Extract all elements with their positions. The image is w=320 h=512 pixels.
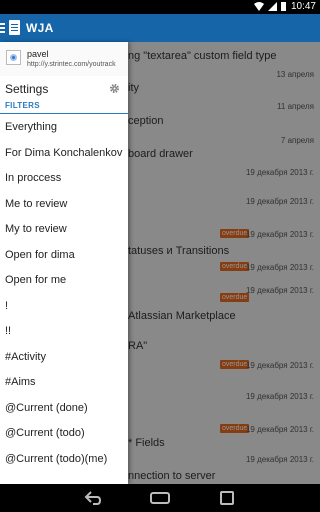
system-nav-bar xyxy=(0,484,320,512)
status-bar: 10:47 xyxy=(0,0,320,14)
settings-item[interactable]: Settings xyxy=(0,76,128,102)
filter-label: My to review xyxy=(5,223,67,235)
filter-item-current-todo-me[interactable]: @Current (todo)(me) xyxy=(0,447,128,473)
filter-label: @Current (todo)(me) xyxy=(5,452,108,465)
recents-icon[interactable] xyxy=(220,491,234,505)
account-name: pavel xyxy=(27,49,49,59)
filter-item-everything[interactable]: Everything xyxy=(0,115,128,141)
filter-item-exclamation[interactable]: ! xyxy=(0,294,128,320)
youtrack-logo-icon xyxy=(6,50,21,65)
account-url: http://y.strintec.com/youtrack xyxy=(27,61,116,68)
filter-label: !! xyxy=(5,325,12,337)
filter-label: ! xyxy=(5,299,9,312)
home-icon[interactable] xyxy=(150,492,170,504)
action-bar: WJA xyxy=(0,14,320,42)
filter-item-current-done[interactable]: @Current (done) xyxy=(0,396,128,422)
account-header[interactable]: pavel http://y.strintec.com/youtrack xyxy=(0,42,128,76)
filter-label: Open for dima xyxy=(5,248,75,261)
filter-label: #Aims xyxy=(5,376,36,388)
back-icon[interactable] xyxy=(84,491,102,505)
drawer-menu-icon[interactable] xyxy=(0,23,5,33)
filter-label: Everything xyxy=(5,121,57,133)
navigation-drawer: pavel http://y.strintec.com/youtrack Set… xyxy=(0,42,128,484)
wifi-icon xyxy=(254,2,264,11)
signal-icon xyxy=(268,2,277,11)
filter-label: In proccess xyxy=(5,172,62,184)
settings-label: Settings xyxy=(5,82,49,96)
filter-item-open-for-dima[interactable]: Open for dima xyxy=(0,243,128,269)
filter-item-current-todo[interactable]: @Current (todo) xyxy=(0,421,128,447)
status-icons xyxy=(254,2,286,11)
battery-icon xyxy=(281,2,286,11)
filter-item-my-to-review[interactable]: My to review xyxy=(0,217,128,243)
app-logo-icon[interactable] xyxy=(9,20,20,35)
filter-item-for-dima-konchalenkov[interactable]: For Dima Konchalenkov xyxy=(0,141,128,167)
app-title[interactable]: WJA xyxy=(26,21,54,35)
status-time: 10:47 xyxy=(290,1,316,12)
filter-item-in-proccess[interactable]: In proccess xyxy=(0,166,128,192)
filter-label: Me to review xyxy=(5,197,68,210)
gear-icon[interactable] xyxy=(109,83,120,94)
filters-header: FILTERS xyxy=(0,100,128,114)
filter-label: @Current (done) xyxy=(5,401,88,414)
filter-item-activity[interactable]: #Activity xyxy=(0,345,128,371)
filter-item-aims[interactable]: #Aims xyxy=(0,370,128,396)
filter-item-me-to-review[interactable]: Me to review xyxy=(0,192,128,218)
filter-label: Open for me xyxy=(5,274,67,286)
filter-item-open-for-me[interactable]: Open for me xyxy=(0,268,128,294)
filters-label: FILTERS xyxy=(5,101,40,110)
filter-label: @Current (todo) xyxy=(5,427,85,439)
filter-item-double-exclamation[interactable]: !! xyxy=(0,319,128,345)
filter-label: #Activity xyxy=(5,350,46,363)
filter-label: For Dima Konchalenkov xyxy=(5,146,123,159)
